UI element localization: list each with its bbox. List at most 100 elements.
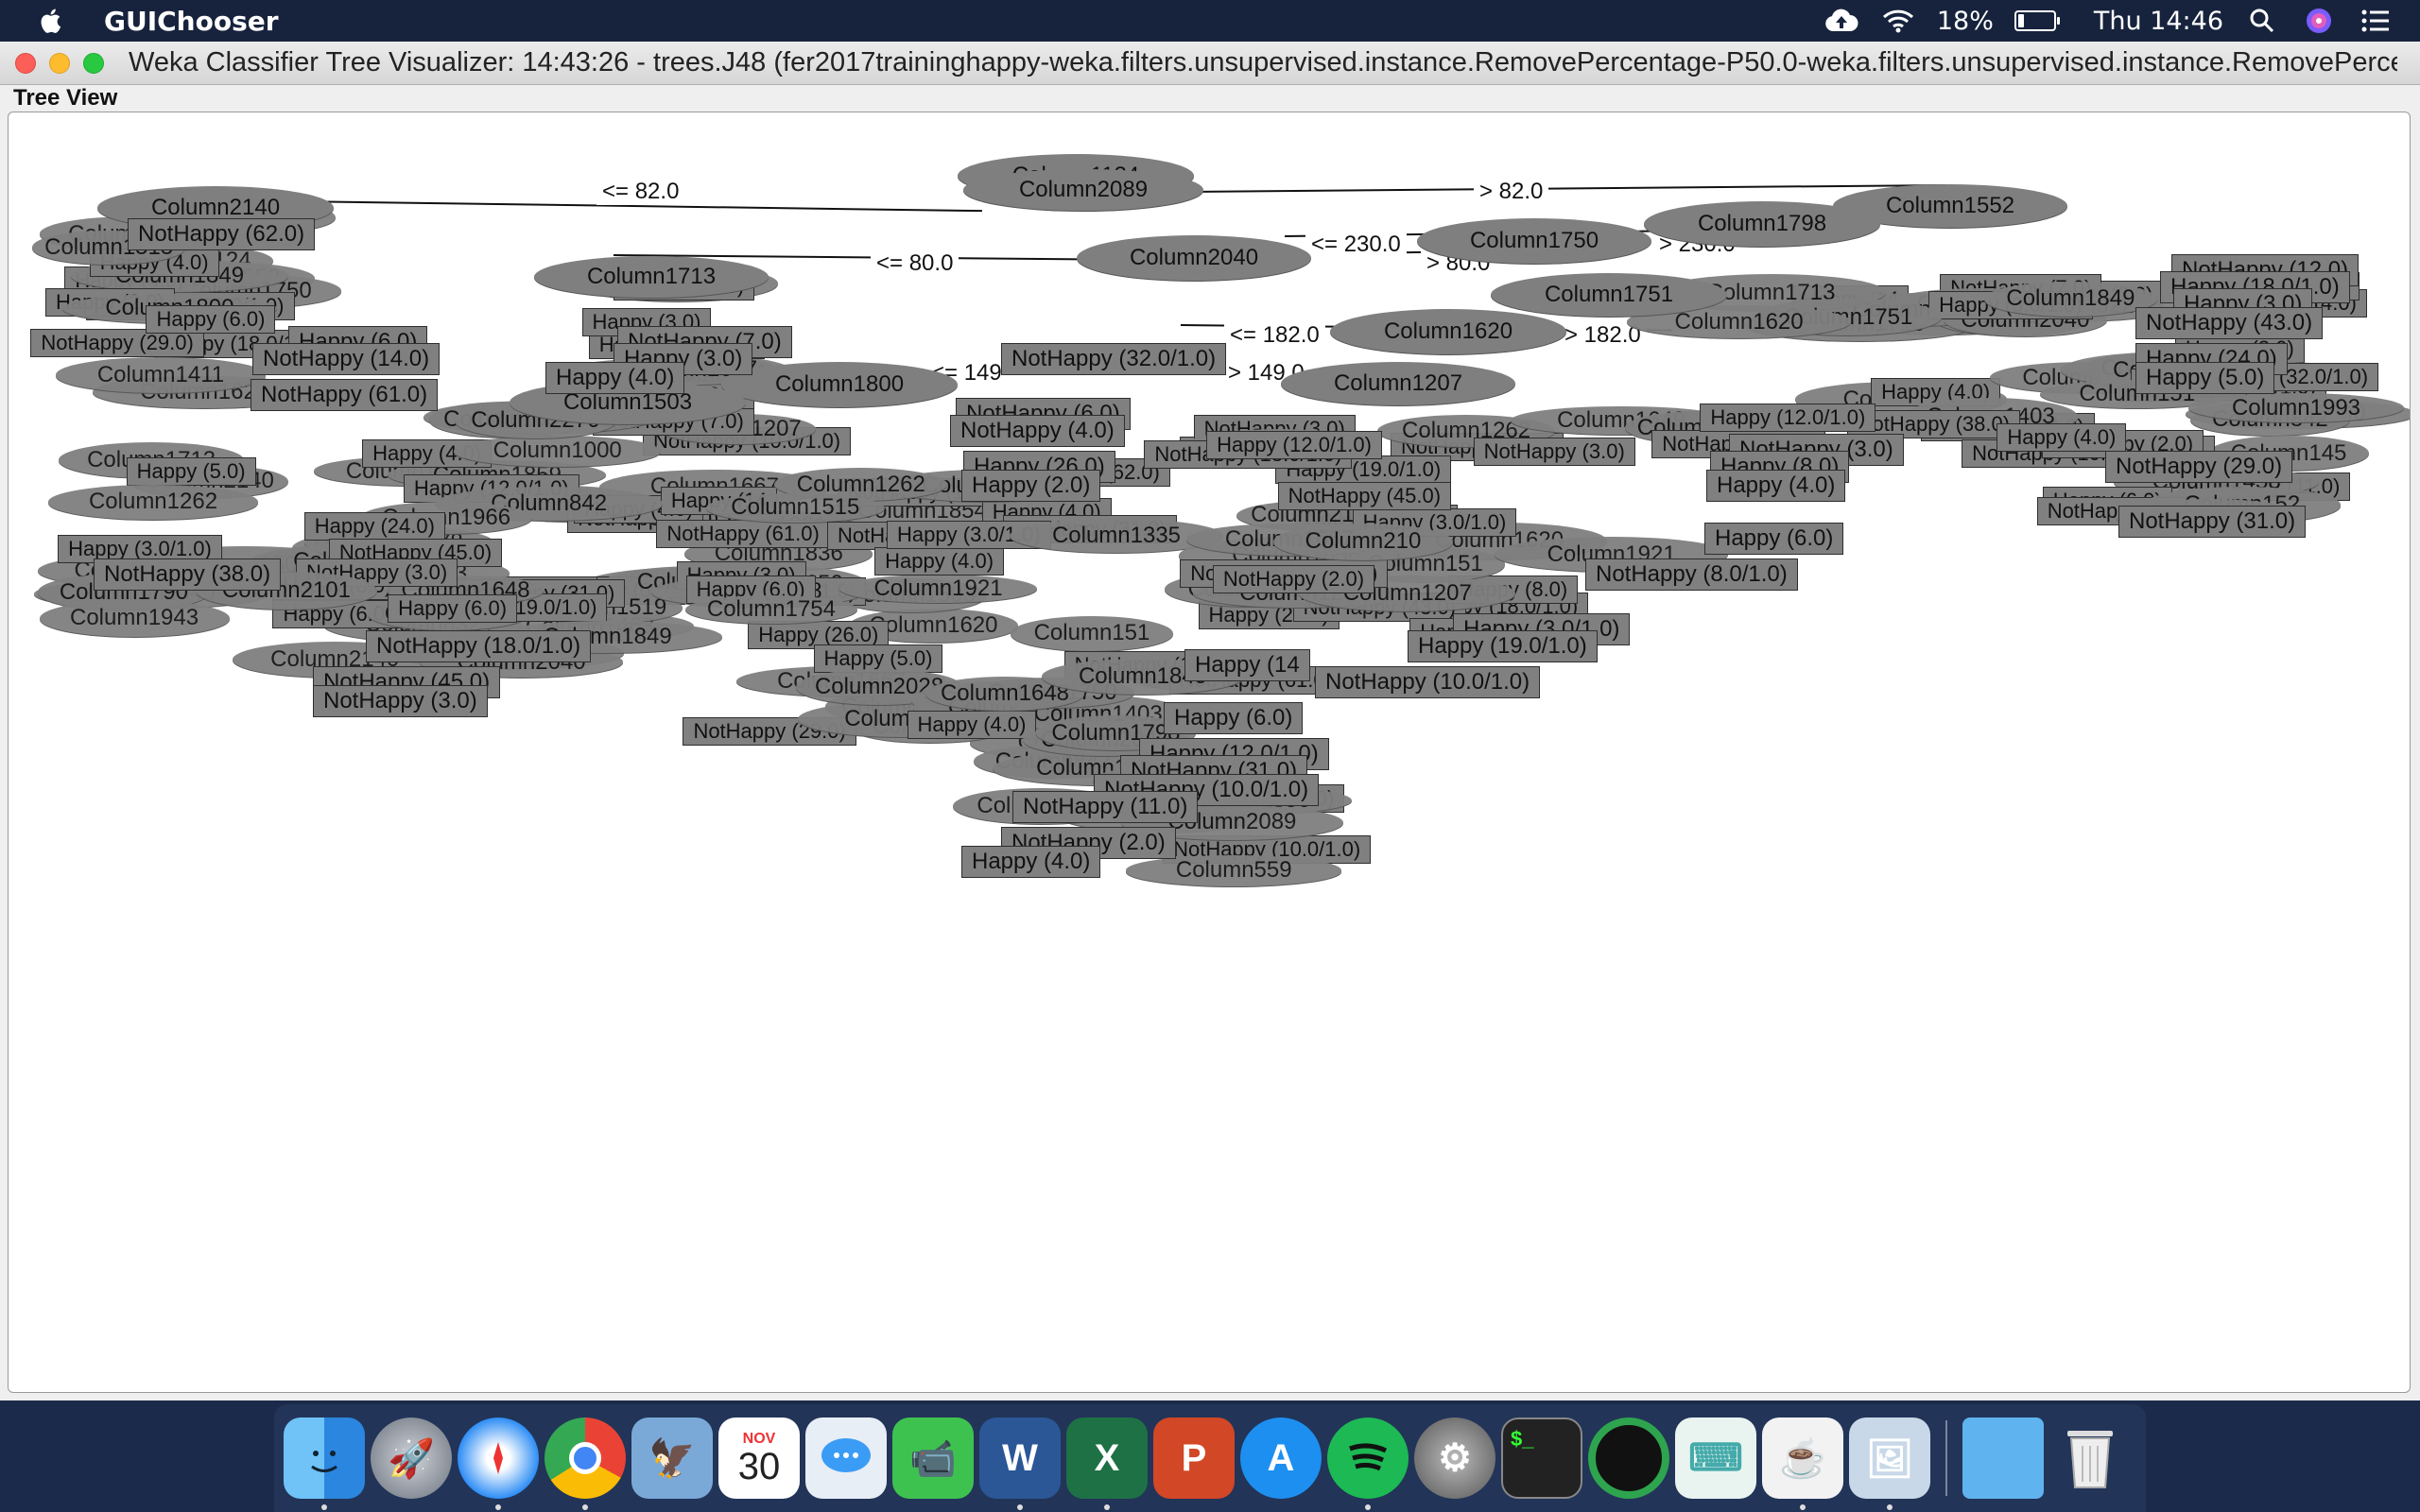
tree-node[interactable]: Column1515 (705, 492, 886, 523)
tree-visualizer-window: Weka Classifier Tree Visualizer: 14:43:2… (0, 42, 2420, 1400)
tree-leaf[interactable]: Happy (4.0) (874, 547, 1005, 576)
tree-leaf[interactable]: NotHappy (61.0) (656, 520, 830, 549)
minimize-window-button[interactable] (49, 52, 70, 74)
leaf-nothappy-29[interactable]: NotHappy (29.0) (2105, 451, 2293, 483)
calendar-day: 30 (737, 1446, 781, 1487)
tree-leaf[interactable]: Happy (6.0) (146, 304, 276, 334)
tree-node[interactable]: Column151 (1010, 615, 1174, 651)
dock: 🚀 🦅 NOV 30 📹 W X P A ⚙ $_ ⌨ ☕ 🖼 (274, 1404, 2146, 1512)
menu-bar: GUIChooser 18% Thu 14:46 (0, 0, 2420, 42)
tree-leaf[interactable]: Happy (24.0) (303, 512, 445, 541)
tree-leaf[interactable]: NotHappy (45.0) (1277, 481, 1452, 510)
node-column2089[interactable]: Column2089 (963, 169, 1203, 211)
leaf-nothappy-11[interactable]: NotHappy (11.0) (1012, 791, 1199, 823)
leaf-happy-4b[interactable]: Happy (4.0) (1706, 470, 1846, 502)
notification-center-icon[interactable] (2358, 7, 2394, 35)
leaf-happy-4[interactable]: Happy (4.0) (545, 362, 685, 394)
leaf-nothappy-61[interactable]: NotHappy (61.0) (251, 379, 439, 411)
leaf-nothappy-32[interactable]: NotHappy (32.0/1.0) (1001, 343, 1227, 375)
tree-node[interactable]: Column1921 (838, 574, 1038, 603)
folder-icon[interactable] (1962, 1418, 2044, 1499)
leaf-nothappy-10[interactable]: NotHappy (10.0/1.0) (1315, 666, 1541, 698)
leaf-happy-4c[interactable]: Happy (4.0) (961, 846, 1101, 878)
tree-node[interactable]: Column1993 (2188, 393, 2404, 423)
trash-icon[interactable] (2049, 1418, 2131, 1499)
tree-node[interactable]: Column1000 (454, 436, 662, 467)
wifi-icon[interactable] (1880, 7, 1916, 35)
menubar-clock[interactable]: Thu 14:46 (2094, 7, 2223, 36)
zoom-window-button[interactable] (83, 52, 104, 74)
leaf-happy-6c[interactable]: Happy (6.0) (1164, 702, 1304, 734)
activity-icon[interactable] (1588, 1418, 1669, 1499)
powerpoint-icon[interactable]: P (1153, 1418, 1235, 1499)
tree-leaf[interactable]: Happy (12.0/1.0) (1700, 403, 1876, 432)
leaf-nothappy-14[interactable]: NotHappy (14.0) (252, 343, 441, 375)
chrome-icon[interactable] (544, 1418, 626, 1510)
node-column1751[interactable]: Column1751 (1491, 273, 1727, 317)
system-preferences-icon[interactable]: ⚙ (1414, 1418, 1495, 1499)
cloud-upload-icon[interactable] (1824, 7, 1859, 35)
messages-icon[interactable] (805, 1418, 887, 1499)
node-column1620[interactable]: Column1620 (1330, 309, 1566, 354)
tree-node[interactable]: Column1943 (39, 599, 230, 637)
leaf-happy-6b[interactable]: Happy (6.0) (1704, 523, 1844, 555)
node-column1750[interactable]: Column1750 (1417, 218, 1651, 264)
word-icon[interactable]: W (979, 1418, 1061, 1510)
leaf-happy-19[interactable]: Happy (19.0/1.0) (1408, 630, 1598, 662)
dock-separator (1945, 1420, 1947, 1496)
tree-node[interactable]: Column1411 (56, 357, 266, 393)
tree-view-label: Tree View (13, 85, 118, 111)
tree-node[interactable]: Column559 (1126, 855, 1342, 886)
spotify-icon[interactable] (1327, 1418, 1409, 1510)
node-column1713[interactable]: Column1713 (534, 256, 769, 298)
leaf-nothappy-38[interactable]: NotHappy (38.0) (94, 558, 282, 591)
leaf-nothappy-18[interactable]: NotHappy (18.0/1.0) (366, 630, 592, 662)
mail-icon[interactable]: 🦅 (631, 1418, 713, 1499)
leaf-nothappy-31[interactable]: NotHappy (31.0) (2118, 506, 2307, 538)
appstore-icon[interactable]: A (1240, 1418, 1322, 1499)
battery-icon[interactable] (2014, 10, 2060, 31)
leaf-nothappy-43[interactable]: NotHappy (43.0) (2135, 307, 2324, 339)
tree-node[interactable]: Column210 (1272, 523, 1454, 560)
tree-node[interactable]: Column1754 (685, 594, 857, 624)
leaf-happy-5[interactable]: Happy (5.0) (2135, 362, 2275, 394)
calendar-icon[interactable]: NOV 30 (718, 1418, 800, 1499)
leaf-nothappy-62[interactable]: NotHappy (62.0) (128, 218, 316, 250)
siri-icon[interactable] (2301, 7, 2337, 35)
tree-canvas[interactable]: <= 82.0 > 82.0 <= 80.0 > 80.0 <= 230.0 >… (8, 112, 2411, 1393)
tree-node[interactable]: Column1849 (1983, 281, 2158, 317)
terminal-icon[interactable]: $_ (1501, 1418, 1582, 1499)
tree-leaf[interactable]: NotHappy (3.0) (1473, 438, 1635, 467)
spotlight-search-icon[interactable] (2244, 7, 2280, 35)
tree-leaf[interactable]: Happy (4.0) (907, 710, 1037, 739)
keyboard-icon[interactable]: ⌨ (1675, 1418, 1756, 1499)
apple-icon[interactable] (38, 7, 66, 35)
leaf-nothappy-8[interactable]: NotHappy (8.0/1.0) (1585, 558, 1798, 591)
window-title: Weka Classifier Tree Visualizer: 14:43:2… (129, 47, 2397, 77)
preview-icon[interactable]: 🖼 (1849, 1418, 1930, 1510)
java-icon[interactable]: ☕ (1762, 1418, 1843, 1510)
safari-icon[interactable] (458, 1418, 539, 1510)
finder-icon[interactable] (284, 1418, 365, 1510)
node-column2040[interactable]: Column2040 (1077, 235, 1311, 281)
tree-leaf[interactable]: Happy (6.0) (388, 594, 518, 624)
leaf-happy-2[interactable]: Happy (2.0) (961, 470, 1101, 502)
leaf-nothappy-3b[interactable]: NotHappy (3.0) (313, 685, 488, 717)
close-window-button[interactable] (15, 52, 36, 74)
active-app-name[interactable]: GUIChooser (104, 6, 279, 37)
node-column1207[interactable]: Column1207 (1281, 362, 1515, 405)
launchpad-icon[interactable]: 🚀 (371, 1418, 452, 1499)
node-column1798[interactable]: Column1798 (1644, 201, 1880, 247)
window-title-bar[interactable]: Weka Classifier Tree Visualizer: 14:43:2… (0, 42, 2420, 85)
tree-leaf[interactable]: Happy (4.0) (1996, 422, 2127, 452)
tree-leaf[interactable]: Happy (5.0) (126, 457, 256, 487)
leaf-nothappy-4[interactable]: NotHappy (4.0) (950, 415, 1125, 447)
node-column1800[interactable]: Column1800 (721, 362, 958, 407)
tree-leaf[interactable]: NotHappy (2.0) (1212, 564, 1375, 593)
facetime-icon[interactable]: 📹 (892, 1418, 974, 1499)
battery-percent: 18% (1936, 6, 1994, 36)
excel-icon[interactable]: X (1066, 1418, 1148, 1510)
leaf-happy-14[interactable]: Happy (14 (1184, 649, 1310, 681)
tree-node[interactable]: Column1262 (47, 485, 259, 520)
tree-leaf[interactable]: Happy (12.0/1.0) (1206, 430, 1382, 459)
